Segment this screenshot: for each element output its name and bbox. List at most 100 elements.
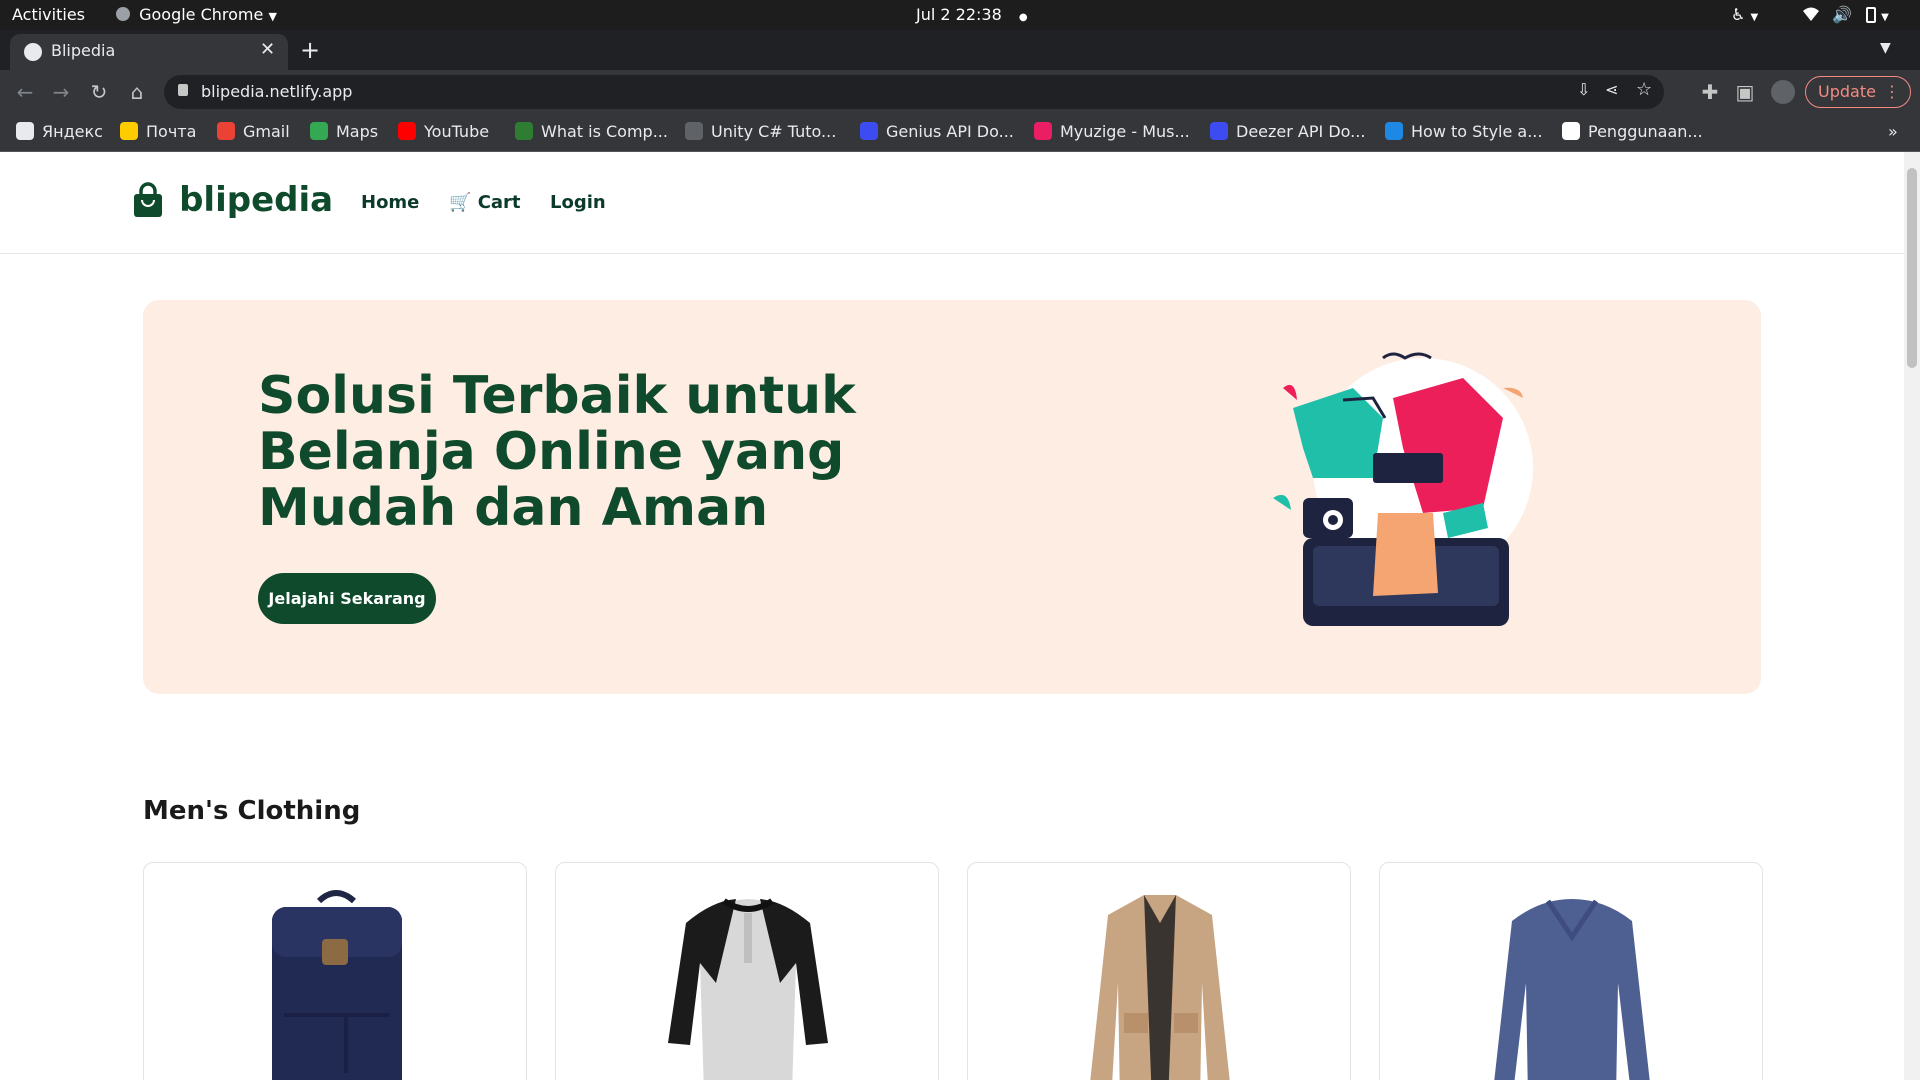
raglan-tshirt-image [668, 898, 828, 1080]
menu-dots-icon: ⋮ [1884, 82, 1900, 101]
logo-text: blipedia [179, 180, 334, 220]
octopus-icon [860, 122, 878, 140]
tab-title: Blipedia [51, 41, 116, 60]
browser-toolbar: ← → ↻ ⌂ blipedia.netlify.app ⇩ ⋖ ☆ ✚ ▣ U… [0, 70, 1920, 114]
notification-dot-icon: ● [1018, 12, 1028, 23]
jacket-image [1090, 895, 1230, 1080]
chrome-icon [116, 7, 130, 21]
nav-home[interactable]: Home [361, 188, 419, 218]
bookmark-penggunaan[interactable]: Penggunaan... [1562, 114, 1703, 150]
close-tab-icon[interactable]: ✕ [260, 39, 275, 60]
app-name: Google Chrome [139, 5, 264, 24]
product-card[interactable] [967, 862, 1351, 1080]
bookmarks-bar: Яндекс Почта Gmail Maps YouTube What is … [0, 114, 1920, 152]
clock[interactable]: Jul 2 22:38 ● [916, 0, 1028, 30]
bookmark-label: Genius API Do... [886, 122, 1014, 141]
product-card[interactable] [143, 862, 527, 1080]
bookmark-label: Myuzige - Mus... [1060, 122, 1190, 141]
activities-button[interactable]: Activities [12, 0, 85, 30]
tab-blipedia[interactable]: Blipedia ✕ [10, 34, 288, 70]
volume-icon[interactable]: 🔊 [1832, 0, 1852, 30]
nav-cart-label: Cart [477, 192, 521, 213]
bookmark-yandex[interactable]: Яндекс [16, 114, 103, 150]
battery-icon[interactable]: ▼ [1866, 0, 1889, 30]
maps-icon [310, 122, 328, 140]
gmail-icon [217, 122, 235, 140]
bookmark-myuzige[interactable]: Myuzige - Mus... [1034, 114, 1190, 150]
home-icon[interactable]: ⌂ [122, 77, 152, 107]
section-title: Men's Clothing [143, 796, 361, 826]
hero-banner: Solusi Terbaik untuk Belanja Online yang… [143, 300, 1761, 694]
profile-avatar[interactable] [1771, 80, 1795, 104]
cart-icon: 🛒 [449, 192, 472, 213]
bookmark-what-is-comp[interactable]: What is Comp... [515, 114, 668, 150]
bookmark-label: What is Comp... [541, 122, 668, 141]
product-card[interactable] [1379, 862, 1763, 1080]
more-bookmarks-icon[interactable]: » [1888, 114, 1898, 150]
system-top-bar: Activities Google Chrome ▼ Jul 2 22:38 ●… [0, 0, 1920, 30]
octopus-icon [1210, 122, 1228, 140]
bookmark-genius-api[interactable]: Genius API Do... [860, 114, 1014, 150]
hero-title: Solusi Terbaik untuk Belanja Online yang… [258, 366, 856, 538]
bookmark-label: Почта [146, 122, 197, 141]
backpack-image [272, 890, 402, 1080]
url-text: blipedia.netlify.app [201, 82, 353, 101]
update-button[interactable]: Update ⋮ [1805, 76, 1911, 108]
page-scrollbar[interactable] [1904, 152, 1920, 1080]
site-navbar: blipedia Home 🛒 Cart Login [0, 152, 1904, 254]
bookmark-label: Unity C# Tuto... [711, 122, 837, 141]
yandex-icon [16, 122, 34, 140]
bookmark-deezer-api[interactable]: Deezer API Do... [1210, 114, 1365, 150]
tab-strip: Blipedia ✕ + ▼ [0, 30, 1920, 70]
back-icon[interactable]: ← [10, 77, 40, 107]
share-icon[interactable]: ⋖ [1605, 80, 1618, 99]
product-card[interactable] [555, 862, 939, 1080]
bookmark-label: Deezer API Do... [1236, 122, 1366, 141]
new-tab-icon[interactable]: + [300, 36, 320, 64]
youtube-icon [398, 122, 416, 140]
forward-icon[interactable]: → [46, 77, 76, 107]
address-bar[interactable]: blipedia.netlify.app ⇩ ⋖ ☆ [164, 75, 1664, 109]
wifi-icon[interactable] [1802, 0, 1820, 30]
chevron-down-icon: ▼ [268, 10, 277, 23]
bookmark-label: Penggunaan... [1588, 122, 1703, 141]
app-menu[interactable]: Google Chrome ▼ [116, 0, 277, 30]
bookmark-label: How to Style a... [1411, 122, 1543, 141]
bookmark-label: YouTube [424, 122, 490, 141]
bookmark-label: Яндекс [42, 122, 103, 141]
accessibility-icon[interactable]: ♿ ▼ [1731, 0, 1758, 30]
infinity-icon [515, 122, 533, 140]
online-thrift-illustration [1273, 352, 1533, 626]
side-panel-icon[interactable]: ▣ [1730, 77, 1760, 107]
style-icon [1385, 122, 1403, 140]
long-sleeve-shirt-image [1494, 899, 1650, 1080]
bookmark-label: Maps [336, 122, 379, 141]
explore-button[interactable]: Jelajahi Sekarang [258, 573, 436, 624]
bookmark-label: Gmail [243, 122, 290, 141]
nav-cart[interactable]: 🛒 Cart [449, 188, 521, 218]
update-label: Update [1818, 82, 1876, 101]
nav-login[interactable]: Login [550, 188, 606, 218]
install-icon[interactable]: ⇩ [1577, 80, 1590, 99]
lock-icon [178, 84, 188, 96]
dribbble-icon [1034, 122, 1052, 140]
web-page: blipedia Home 🛒 Cart Login Solusi Terbai… [0, 152, 1904, 1080]
site-logo[interactable]: blipedia [132, 180, 333, 224]
bookmark-star-icon[interactable]: ☆ [1636, 79, 1652, 100]
bookmark-pochta[interactable]: Почта [120, 114, 196, 150]
medium-icon [1562, 122, 1580, 140]
extensions-icon[interactable]: ✚ [1695, 77, 1725, 107]
reload-icon[interactable]: ↻ [84, 77, 114, 107]
bookmark-maps[interactable]: Maps [310, 114, 378, 150]
bookmark-how-to-style[interactable]: How to Style a... [1385, 114, 1542, 150]
unity-icon [685, 122, 703, 140]
tab-search-icon[interactable]: ▼ [1880, 40, 1891, 56]
scrollbar-thumb[interactable] [1907, 168, 1917, 368]
favicon-icon [24, 43, 42, 61]
bookmark-unity[interactable]: Unity C# Tuto... [685, 114, 836, 150]
shopping-bag-icon [134, 182, 162, 217]
datetime: Jul 2 22:38 [916, 5, 1002, 24]
bookmark-youtube[interactable]: YouTube [398, 114, 489, 150]
mail-icon [120, 122, 138, 140]
bookmark-gmail[interactable]: Gmail [217, 114, 290, 150]
